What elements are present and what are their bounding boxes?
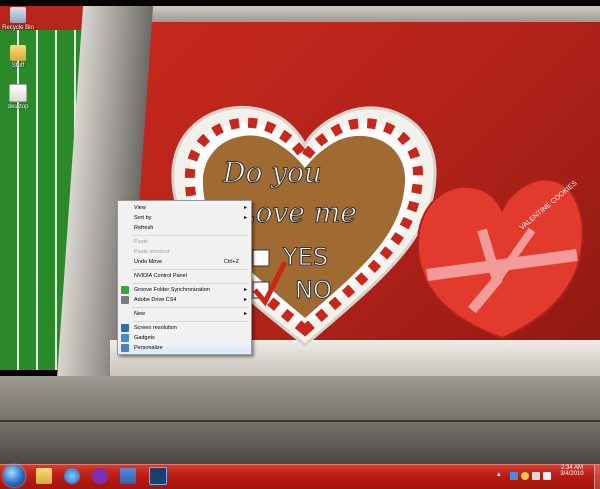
menu-separator: [132, 269, 248, 270]
desktop-icon-stuff[interactable]: Stuff: [1, 45, 35, 69]
folder-icon: [10, 45, 26, 61]
screen-resolution-icon: [121, 324, 129, 332]
word-icon: [120, 468, 136, 484]
cookie-text-line-2: Love me: [236, 196, 357, 229]
ie-icon: [64, 468, 80, 484]
menu-item-label: Refresh: [134, 225, 154, 231]
menu-item-new[interactable]: New ▸: [118, 309, 251, 319]
adobe-drive-icon: [121, 296, 129, 304]
menu-item-label: Personalize: [134, 345, 163, 351]
desktop-icon-file[interactable]: desktop: [1, 84, 35, 110]
menu-item-label: Sort by: [134, 215, 152, 221]
submenu-arrow-icon: ▸: [243, 215, 247, 221]
wallpaper-case-base-line: [0, 420, 600, 422]
desktop-context-menu: View ▸ Sort by ▸ Refresh Paste Paste sho…: [117, 200, 252, 355]
taskbar-app-photoshop[interactable]: [146, 465, 170, 487]
menu-item-label: Paste shortcut: [134, 249, 170, 255]
menu-item-sort-by[interactable]: Sort by ▸: [118, 213, 251, 223]
menu-separator: [132, 283, 248, 284]
menu-item-gadgets[interactable]: Gadgets: [118, 333, 251, 343]
submenu-arrow-icon: ▸: [243, 311, 247, 317]
menu-item-adobe-drive[interactable]: Adobe Drive CS4 ▸: [118, 295, 251, 305]
menu-separator: [132, 235, 248, 236]
menu-item-nvidia-control-panel[interactable]: NVIDIA Control Panel: [118, 271, 251, 281]
submenu-arrow-icon: ▸: [243, 297, 247, 303]
desktop-icon-label: desktop: [7, 104, 29, 110]
menu-item-personalize[interactable]: Personalize: [118, 343, 251, 353]
menu-item-shortcut: Ctrl+Z: [223, 259, 239, 265]
taskbar-app-explorer[interactable]: [32, 465, 56, 487]
menu-item-screen-resolution[interactable]: Screen resolution: [118, 323, 251, 333]
menu-item-label: Adobe Drive CS4: [134, 297, 177, 303]
menu-item-label: Screen resolution: [134, 325, 177, 331]
file-icon: [9, 84, 27, 102]
groove-icon: [121, 286, 129, 294]
messenger-tray-icon[interactable]: [521, 472, 529, 480]
wallpaper-case-frame-top: [130, 6, 600, 22]
messenger-icon: [92, 468, 108, 484]
desktop-icon-label: Recycle Bin: [2, 25, 34, 31]
folder-icon: [36, 468, 52, 484]
start-button[interactable]: [3, 465, 25, 487]
menu-item-undo-move[interactable]: Undo Move Ctrl+Z: [118, 257, 251, 267]
menu-item-refresh[interactable]: Refresh: [118, 223, 251, 233]
heart-gift-box-image: VALENTINE COOKIES: [416, 178, 584, 340]
menu-item-label: Gadgets: [134, 335, 155, 341]
taskbar-app-word[interactable]: [116, 465, 140, 487]
personalize-icon: [121, 344, 129, 352]
photoshop-icon: [149, 467, 167, 485]
desktop-screen: Do you Love me YES NO VALENTINE COOKIES …: [0, 0, 600, 489]
submenu-arrow-icon: ▸: [243, 205, 247, 211]
menu-item-label: Paste: [134, 239, 149, 245]
cookie-text-line-4: NO: [295, 276, 332, 304]
taskbar-app-messenger[interactable]: [88, 465, 112, 487]
recycle-bin-icon: [10, 7, 26, 23]
cookie-text-line-3: YES: [282, 243, 328, 271]
tray-overflow-icon[interactable]: ▴: [497, 470, 501, 478]
menu-item-label: View: [134, 205, 146, 211]
desktop-icon-label: Stuff: [11, 63, 25, 69]
submenu-arrow-icon: ▸: [243, 287, 247, 293]
gadgets-icon: [121, 334, 129, 342]
clock-date: 3/4/2010: [560, 471, 584, 477]
menu-separator: [132, 307, 248, 308]
clock[interactable]: 2:34 AM 3/4/2010: [552, 465, 592, 477]
desktop-icon-recycle-bin[interactable]: Recycle Bin: [1, 7, 35, 31]
menu-separator: [132, 321, 248, 322]
menu-item-label: Undo Move: [134, 259, 163, 265]
volume-icon[interactable]: [543, 472, 551, 480]
taskbar-app-internet-explorer[interactable]: [60, 465, 84, 487]
menu-item-label: Groove Folder Synchronization: [134, 287, 210, 293]
menu-item-label: New: [134, 311, 146, 317]
menu-item-view[interactable]: View ▸: [118, 203, 251, 213]
menu-item-label: NVIDIA Control Panel: [134, 273, 187, 279]
menu-item-paste[interactable]: Paste: [118, 237, 251, 247]
menu-item-paste-shortcut[interactable]: Paste shortcut: [118, 247, 251, 257]
cookie-text-line-1: Do you: [222, 156, 322, 189]
network-icon[interactable]: [510, 472, 518, 480]
action-center-icon[interactable]: [532, 472, 540, 480]
show-desktop-button[interactable]: [594, 465, 600, 489]
menu-item-groove-folder-sync[interactable]: Groove Folder Synchronization ▸: [118, 285, 251, 295]
